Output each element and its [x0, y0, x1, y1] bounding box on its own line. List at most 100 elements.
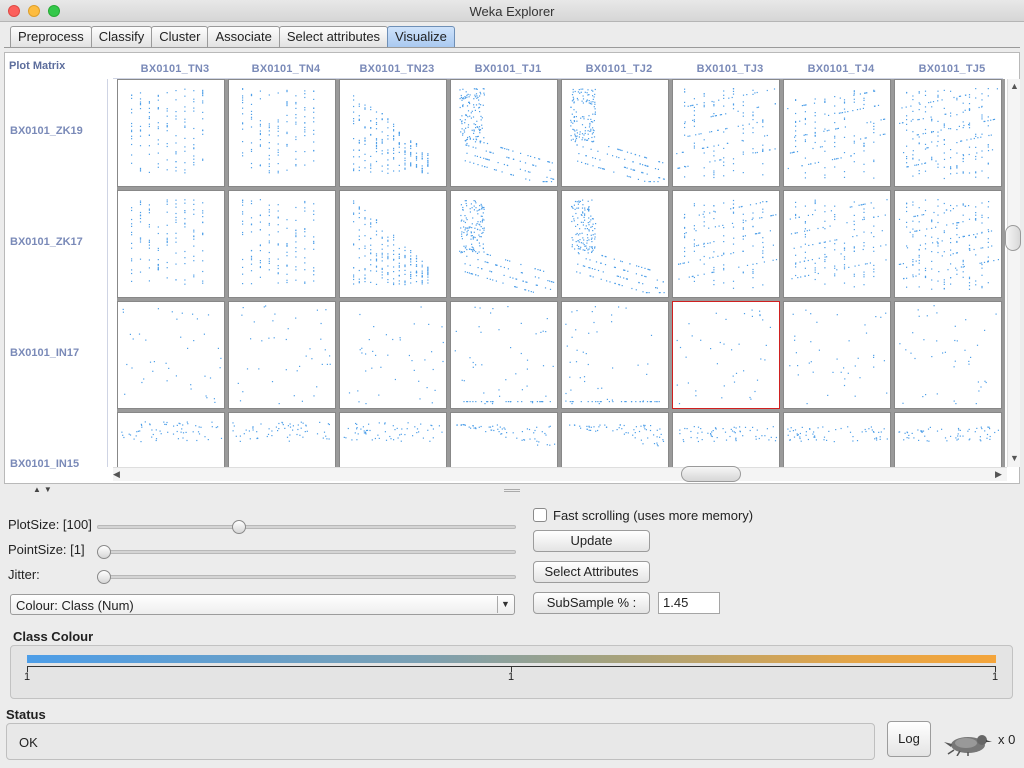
scatter-points — [789, 309, 888, 405]
scatter-cell[interactable] — [783, 79, 891, 187]
scatter-points — [898, 199, 999, 290]
subsample-button[interactable]: SubSample % : — [533, 592, 650, 614]
row-header: BX0101_IN17 — [10, 347, 80, 359]
tab-associate[interactable]: Associate — [207, 26, 280, 47]
vertical-scrollbar[interactable] — [1007, 79, 1020, 467]
status-text: OK — [19, 735, 38, 750]
scatter-points — [899, 88, 998, 180]
point-size-slider-knob[interactable] — [97, 545, 111, 559]
weka-bird-icon[interactable] — [944, 730, 992, 756]
scatter-cell[interactable] — [672, 301, 780, 409]
tab-classify[interactable]: Classify — [90, 26, 153, 47]
scatter-points — [569, 424, 665, 447]
scatter-points — [131, 199, 204, 285]
scatter-cell[interactable] — [450, 412, 558, 467]
scatter-points — [122, 308, 222, 403]
plot-matrix-label: Plot Matrix — [9, 60, 66, 72]
task-count: x 0 — [998, 732, 1016, 747]
scatter-cell[interactable] — [117, 79, 225, 187]
scatter-points — [789, 199, 888, 288]
collapse-arrows-icon[interactable]: ▲▼ — [33, 485, 55, 494]
class-colour-title: Class Colour — [13, 629, 94, 644]
row-header: BX0101_ZK17 — [10, 236, 83, 248]
column-header: BX0101_TJ5 — [918, 63, 986, 75]
log-button[interactable]: Log — [887, 721, 931, 757]
point-size-slider[interactable] — [97, 550, 516, 554]
scatter-cell[interactable] — [339, 301, 447, 409]
class-colour-tick-label: 1 — [24, 671, 31, 683]
horizontal-scrollbar[interactable] — [113, 467, 1007, 481]
jitter-slider-knob[interactable] — [97, 570, 111, 584]
divider-grip-icon[interactable] — [504, 489, 520, 492]
tab-cluster[interactable]: Cluster — [151, 26, 209, 47]
scatter-cell[interactable] — [672, 412, 780, 467]
scroll-right-arrow-icon[interactable]: ▶ — [995, 469, 1002, 480]
scatter-cell[interactable] — [894, 301, 1002, 409]
scatter-cell[interactable] — [450, 190, 558, 298]
update-button[interactable]: Update — [533, 530, 650, 552]
scatter-cell[interactable] — [894, 79, 1002, 187]
scatter-cell[interactable] — [561, 412, 669, 467]
plot-matrix-panel: Plot Matrix BX0101_TN3 BX0101_TN4 BX0101… — [4, 52, 1021, 484]
scatter-cell[interactable] — [450, 301, 558, 409]
scatter-points — [131, 88, 204, 174]
scatter-cell[interactable] — [339, 412, 447, 467]
tab-bar: Preprocess Classify Cluster Associate Se… — [10, 26, 455, 47]
row-header-rule — [107, 79, 108, 467]
scatter-cell[interactable] — [339, 79, 447, 187]
scatter-points — [898, 426, 999, 442]
scatter-cell[interactable] — [672, 79, 780, 187]
scatter-cell[interactable] — [783, 190, 891, 298]
scatter-cell[interactable] — [228, 301, 336, 409]
scatter-cell[interactable] — [561, 79, 669, 187]
scatter-cell[interactable] — [117, 412, 225, 467]
tab-preprocess[interactable]: Preprocess — [10, 26, 92, 47]
scatter-cell[interactable] — [894, 412, 1002, 467]
column-header: BX0101_TN23 — [359, 63, 435, 75]
jitter-slider[interactable] — [97, 575, 516, 579]
scatter-points — [348, 306, 444, 405]
tab-select-attributes[interactable]: Select attributes — [278, 26, 389, 47]
scatter-points — [353, 200, 429, 286]
scatter-cell[interactable] — [450, 79, 558, 187]
scatter-cell[interactable] — [561, 301, 669, 409]
scroll-left-arrow-icon[interactable]: ◀ — [113, 469, 120, 480]
scatter-points — [242, 199, 315, 285]
row-header: BX0101_IN15 — [10, 458, 80, 470]
plot-size-slider[interactable] — [97, 525, 516, 529]
scatter-points — [899, 305, 997, 405]
scatter-cell[interactable] — [561, 190, 669, 298]
scatter-cell[interactable] — [672, 190, 780, 298]
scatter-points — [565, 306, 660, 405]
column-header: BX0101_TJ3 — [696, 63, 764, 75]
horizontal-scroll-thumb[interactable] — [681, 466, 741, 482]
chevron-down-icon[interactable]: ▼ — [497, 596, 513, 613]
scatter-points — [242, 88, 315, 174]
scatter-points — [679, 426, 777, 443]
fast-scrolling-checkbox[interactable] — [533, 508, 547, 522]
scatter-cell[interactable] — [339, 190, 447, 298]
scatter-cell[interactable] — [228, 79, 336, 187]
scatter-cell[interactable] — [117, 190, 225, 298]
scatter-cell[interactable] — [228, 190, 336, 298]
colour-select[interactable]: Colour: Class (Num) ▼ — [10, 594, 515, 615]
subsample-input[interactable]: 1.45 — [658, 592, 720, 614]
scatter-cell[interactable] — [894, 190, 1002, 298]
scatter-points — [676, 309, 771, 405]
column-header: BX0101_TN3 — [140, 63, 210, 75]
tab-visualize[interactable]: Visualize — [387, 26, 455, 47]
scatter-cell[interactable] — [117, 301, 225, 409]
scatter-points — [353, 95, 429, 174]
select-attributes-button[interactable]: Select Attributes — [533, 561, 650, 583]
split-pane-divider[interactable]: ▲▼ — [0, 485, 1024, 494]
jitter-label: Jitter: — [8, 567, 40, 582]
scatter-plot-grid[interactable] — [117, 79, 1005, 467]
scatter-points — [237, 305, 331, 405]
scatter-cell[interactable] — [783, 301, 891, 409]
scroll-down-arrow-icon[interactable]: ▼ — [1010, 453, 1019, 463]
scroll-up-arrow-icon[interactable]: ▲ — [1010, 81, 1019, 91]
scatter-cell[interactable] — [783, 412, 891, 467]
vertical-scroll-thumb[interactable] — [1005, 225, 1021, 251]
plot-size-slider-knob[interactable] — [232, 520, 246, 534]
scatter-cell[interactable] — [228, 412, 336, 467]
